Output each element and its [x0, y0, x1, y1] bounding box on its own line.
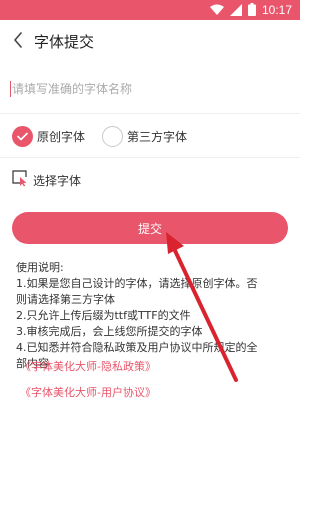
radio-original-label: 原创字体 [37, 129, 86, 144]
privacy-policy-link[interactable]: 《字体美化大师-隐私政策》 [20, 358, 280, 376]
policy-links: 《字体美化大师-隐私政策》 《字体美化大师-用户协议》 [20, 358, 280, 410]
instructions-heading: 使用说明: [16, 261, 64, 274]
radio-third-party-font[interactable]: 第三方字体 [102, 125, 187, 147]
font-type-radio-group: 原创字体 第三方字体 [0, 114, 300, 158]
choose-font-label: 选择字体 [33, 173, 82, 188]
font-name-input[interactable] [12, 76, 282, 102]
app-bar: 字体提交 [0, 20, 300, 64]
font-name-field [0, 64, 300, 114]
battery-icon [247, 1, 256, 20]
radio-original-font[interactable]: 原创字体 [12, 125, 85, 147]
choose-font-row[interactable]: 选择字体 [0, 158, 300, 202]
instruction-line: 4.已知悉并符合隐私政策及用户协议中所规定的全 [16, 341, 258, 354]
instruction-line: 1.如果是您自己设计的字体，请选择原创字体。否 [16, 277, 258, 290]
instruction-line: 3.审核完成后，会上线您所提交的字体 [16, 325, 203, 338]
back-button[interactable] [8, 30, 28, 54]
page-title: 字体提交 [34, 33, 95, 51]
select-file-icon [12, 169, 28, 191]
user-agreement-link[interactable]: 《字体美化大师-用户协议》 [20, 384, 280, 402]
signal-icon [229, 1, 242, 20]
instruction-line: 2.只允许上传后缀为ttf或TTF的文件 [16, 309, 191, 322]
instruction-line: 则请选择第三方字体 [16, 293, 115, 306]
chevron-left-icon [13, 32, 23, 52]
status-bar: 10:17 [0, 0, 300, 20]
status-time: 10:17 [261, 3, 292, 17]
text-caret [10, 81, 11, 97]
instructions: 使用说明: 1.如果是您自己设计的字体，请选择原创字体。否 则请选择第三方字体 … [16, 260, 286, 372]
radio-third-party-label: 第三方字体 [127, 129, 188, 144]
submit-button[interactable]: 提交 [12, 212, 288, 244]
wifi-icon [209, 1, 224, 20]
radio-checked-icon [12, 125, 33, 147]
radio-unchecked-icon [102, 125, 123, 147]
